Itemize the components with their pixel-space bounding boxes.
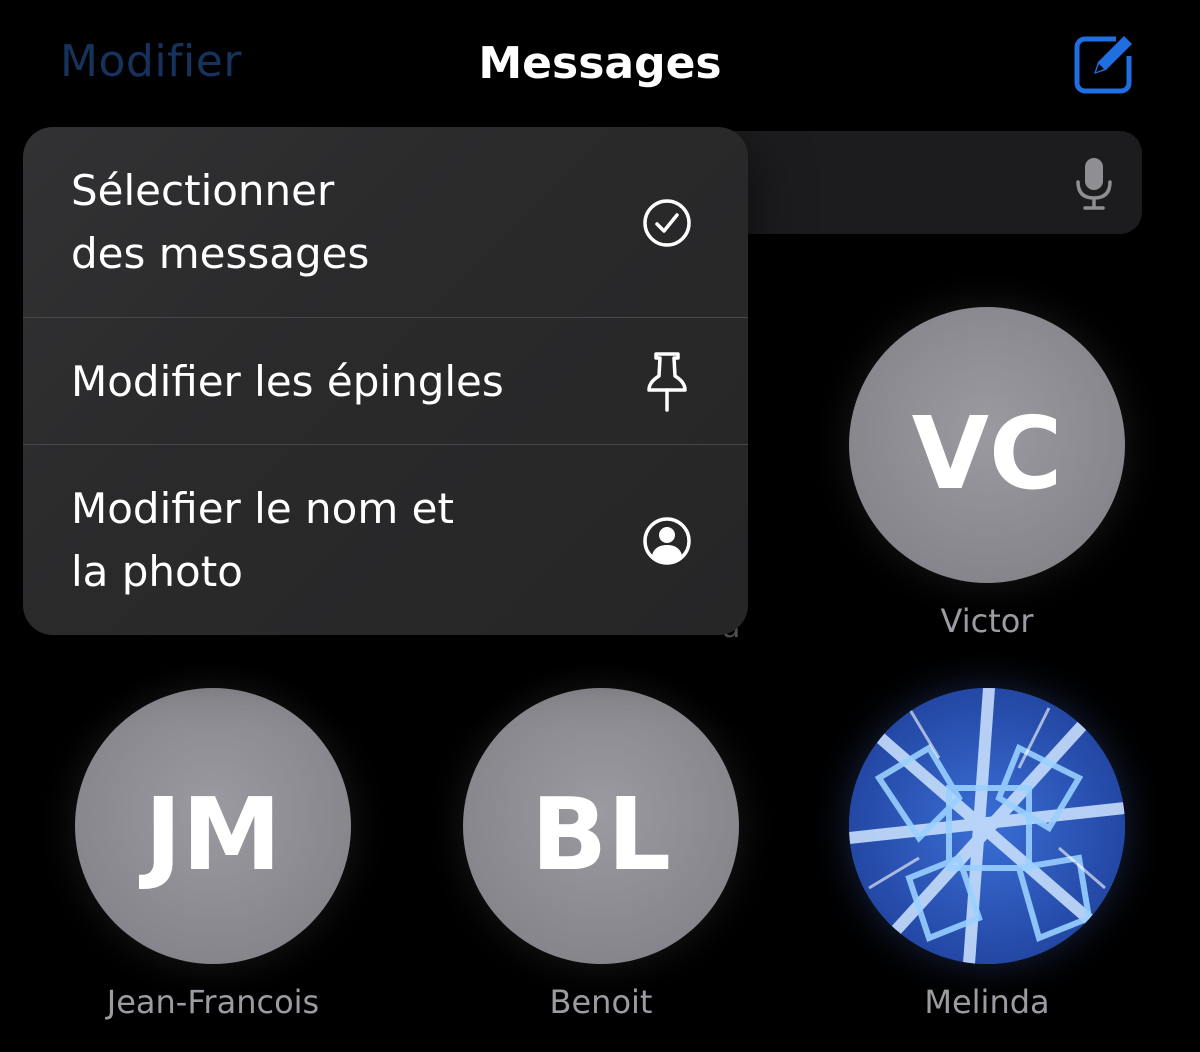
menu-item-label: Sélectionner des messages xyxy=(71,166,370,278)
pinned-contact-name-jean-francois: Jean-Francois xyxy=(106,983,320,1021)
page-title: Messages xyxy=(478,38,722,89)
avatar-initials: BL xyxy=(531,776,671,893)
pin-icon xyxy=(647,352,687,412)
pinned-contact-name-benoit: Benoit xyxy=(549,983,653,1021)
pinned-contact-avatar-victor[interactable]: VC xyxy=(849,307,1125,583)
pinned-contact-avatar-melinda[interactable] xyxy=(849,688,1125,964)
menu-item-edit-name-photo[interactable]: Modifier le nom et la photo xyxy=(23,445,748,635)
messages-screen: Modifier Messages VC Victor a JM Jean-Fr… xyxy=(0,0,1200,1052)
menu-item-label: Modifier le nom et la photo xyxy=(71,484,454,596)
pinned-contact-avatar-jean-francois[interactable]: JM xyxy=(75,688,351,964)
checkmark-circle-icon xyxy=(643,199,691,247)
contact-photo xyxy=(849,688,1125,964)
menu-item-label: Modifier les épingles xyxy=(71,357,504,406)
edit-context-menu: Sélectionner des messages Modifier les é… xyxy=(23,127,748,635)
microphone-icon[interactable] xyxy=(1074,156,1114,212)
pinned-contact-name-victor: Victor xyxy=(940,602,1034,640)
avatar-initials: VC xyxy=(911,395,1063,512)
person-circle-icon xyxy=(643,517,691,565)
avatar-initials: JM xyxy=(144,776,282,893)
menu-item-select-messages[interactable]: Sélectionner des messages xyxy=(23,127,748,317)
menu-item-edit-pins[interactable]: Modifier les épingles xyxy=(23,318,748,444)
compose-icon[interactable] xyxy=(1072,30,1138,96)
pinned-contact-avatar-benoit[interactable]: BL xyxy=(463,688,739,964)
pinned-contact-name-melinda: Melinda xyxy=(924,983,1050,1021)
